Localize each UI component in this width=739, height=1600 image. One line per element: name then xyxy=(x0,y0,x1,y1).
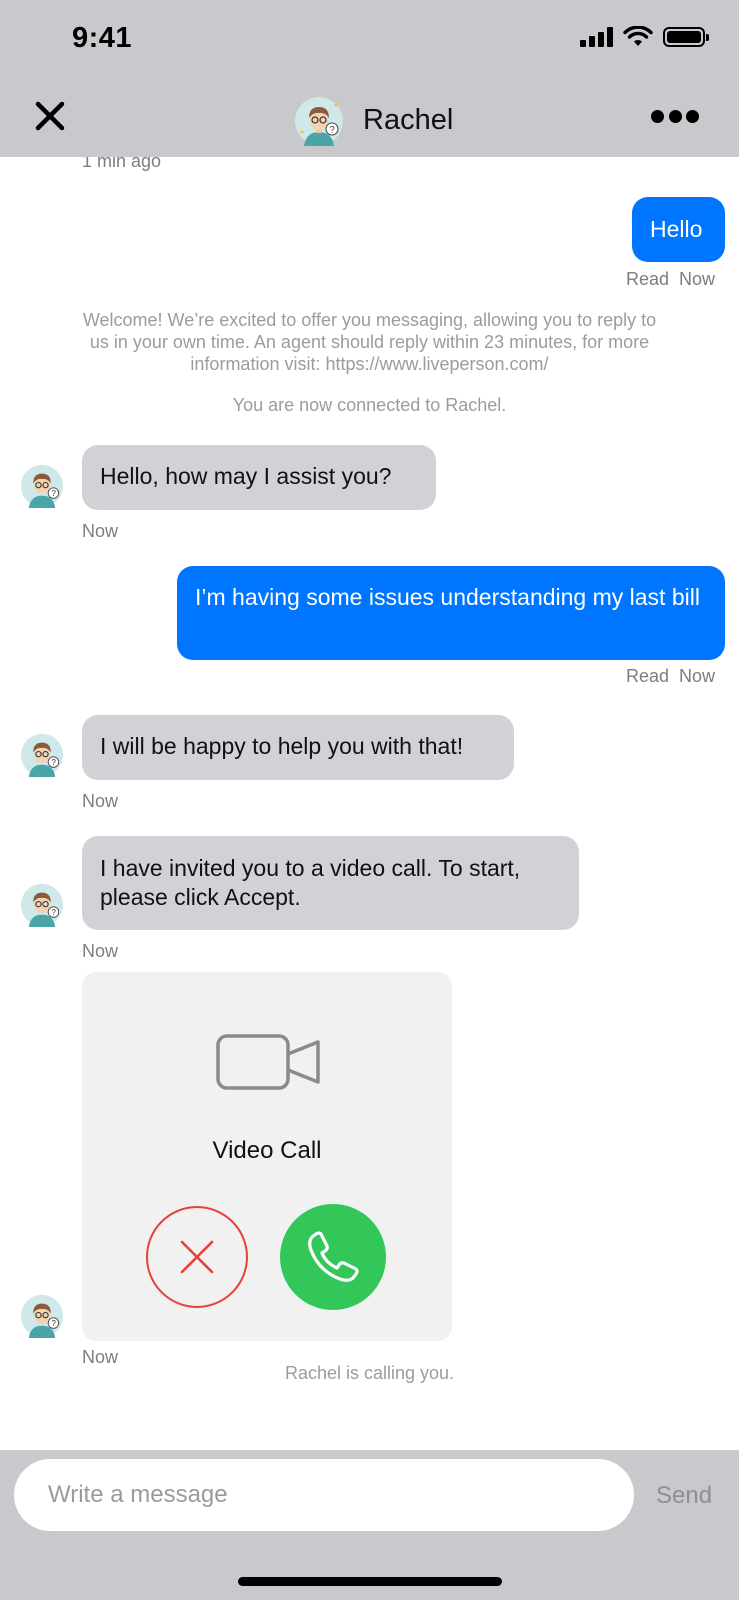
agent-avatar: ? xyxy=(295,97,343,146)
read-status: Read xyxy=(626,666,670,686)
svg-text:?: ? xyxy=(52,489,57,498)
read-receipt: Read Now xyxy=(626,666,715,687)
message-time: Now xyxy=(82,941,119,961)
chat-transcript[interactable]: 1 min ago Hello Read Now Welcome! We’re … xyxy=(0,157,739,1450)
message-time: Now xyxy=(679,666,716,686)
message-time: Now xyxy=(82,521,119,541)
status-time: 9:41 xyxy=(72,22,133,54)
cellular-signal-icon xyxy=(580,27,613,47)
agent-avatar: ? xyxy=(20,883,64,927)
message-text: Hello xyxy=(650,216,703,242)
message-text: Hello, how may I assist you? xyxy=(100,463,392,489)
video-call-label: Video Call xyxy=(212,1137,322,1164)
video-camera-icon xyxy=(216,1034,320,1090)
message-timestamp: 1 min ago xyxy=(82,157,162,171)
agent-avatar: ? xyxy=(20,1294,64,1338)
agent-avatar: ? xyxy=(20,733,64,777)
message-time: Now xyxy=(82,791,119,811)
welcome-system-message: Welcome! We’re excited to offer you mess… xyxy=(82,310,657,374)
incoming-message-bubble[interactable]: Hello, how may I assist you? xyxy=(82,445,436,510)
phone-icon xyxy=(308,1231,359,1282)
more-dot-icon xyxy=(668,109,682,123)
svg-text:?: ? xyxy=(52,908,57,917)
outgoing-message-bubble[interactable]: I’m having some issues understanding my … xyxy=(177,566,725,660)
accept-call-button[interactable] xyxy=(280,1204,386,1310)
message-text: I have invited you to a video call. To s… xyxy=(100,855,521,910)
close-icon xyxy=(35,101,65,131)
status-icons xyxy=(580,26,709,48)
agent-avatar: ? xyxy=(20,464,64,508)
incoming-message-bubble[interactable]: I will be happy to help you with that! xyxy=(82,715,514,780)
connected-system-message: You are now connected to Rachel. xyxy=(232,395,507,415)
battery-icon xyxy=(663,27,709,47)
more-dot-icon xyxy=(651,109,664,123)
more-dot-icon xyxy=(686,109,699,123)
message-text: I will be happy to help you with that! xyxy=(100,733,464,759)
outgoing-message-bubble[interactable]: Hello xyxy=(632,197,725,262)
send-button[interactable]: Send xyxy=(656,1482,712,1510)
more-options-button[interactable] xyxy=(651,106,699,126)
message-input[interactable] xyxy=(14,1459,634,1531)
message-text: I’m having some issues understanding my … xyxy=(195,584,700,610)
incoming-message-bubble[interactable]: I have invited you to a video call. To s… xyxy=(82,836,579,930)
decline-call-button[interactable] xyxy=(146,1206,248,1308)
video-call-card: Video Call xyxy=(82,972,452,1341)
calling-system-message: Rachel is calling you. xyxy=(284,1363,455,1383)
header-title: Rachel xyxy=(363,104,454,136)
home-indicator[interactable] xyxy=(238,1577,502,1586)
message-time: Now xyxy=(679,269,716,289)
top-bar: 9:41 ? Rachel xyxy=(0,0,739,157)
message-composer: Send xyxy=(0,1450,739,1600)
decline-x-icon xyxy=(180,1240,214,1274)
read-receipt: Read Now xyxy=(626,269,715,290)
read-status: Read xyxy=(626,269,670,289)
svg-text:?: ? xyxy=(52,758,57,767)
close-button[interactable] xyxy=(30,96,70,136)
svg-text:?: ? xyxy=(330,125,335,135)
wifi-icon xyxy=(623,26,653,46)
svg-text:?: ? xyxy=(52,1319,57,1328)
